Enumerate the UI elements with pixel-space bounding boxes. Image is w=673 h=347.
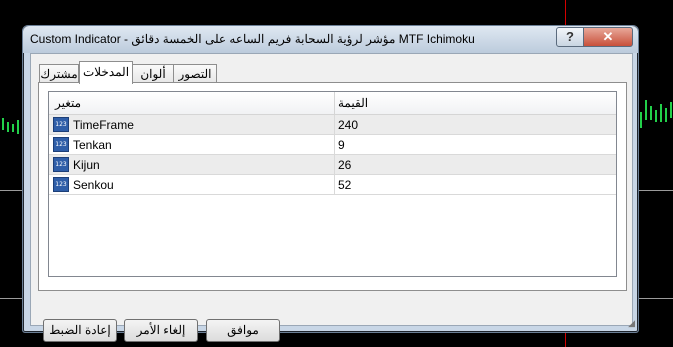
candle — [655, 110, 657, 122]
table-row[interactable]: 123 Tenkan 9 — [49, 135, 616, 155]
candle — [17, 120, 19, 134]
integer-type-icon: 123 — [53, 137, 69, 152]
table-row[interactable]: 123 TimeFrame 240 — [49, 115, 616, 135]
resize-grip-icon[interactable]: ◢ — [628, 318, 635, 329]
param-value[interactable]: 240 — [338, 118, 358, 132]
param-name: Senkou — [73, 178, 114, 192]
param-name: Kijun — [73, 158, 100, 172]
tab-visualization[interactable]: التصور — [173, 64, 217, 83]
window-title: Custom Indicator - مؤشر لرؤية السحابة فر… — [30, 32, 475, 46]
candle — [645, 100, 647, 120]
integer-type-icon: 123 — [53, 117, 69, 132]
cell-divider — [334, 135, 335, 154]
close-icon: ✕ — [602, 29, 614, 44]
param-value[interactable]: 9 — [338, 138, 345, 152]
candle — [640, 112, 642, 128]
tab-colors[interactable]: ألوان — [132, 64, 174, 83]
column-header-variable[interactable]: متغير — [55, 96, 81, 110]
table-header: متغير القيمة — [49, 92, 616, 115]
column-divider[interactable] — [334, 92, 335, 114]
cell-divider — [334, 175, 335, 194]
candle — [2, 118, 4, 130]
reset-button[interactable]: إعادة الضبط — [43, 319, 117, 342]
table-row[interactable]: 123 Senkou 52 — [49, 175, 616, 195]
param-name: TimeFrame — [73, 118, 134, 132]
cell-divider — [334, 155, 335, 174]
candle — [650, 106, 652, 120]
custom-indicator-dialog: Custom Indicator - مؤشر لرؤية السحابة فر… — [22, 25, 639, 342]
candle — [7, 122, 9, 132]
cell-divider — [334, 115, 335, 134]
candle — [12, 124, 14, 132]
dialog-body: مشترك المدخلات ألوان التصور متغير القيمة… — [30, 53, 633, 342]
help-button[interactable]: ? — [556, 27, 584, 47]
table-row[interactable]: 123 Kijun 26 — [49, 155, 616, 175]
candle — [660, 104, 662, 122]
column-header-value[interactable]: القيمة — [338, 96, 368, 110]
title-bar[interactable]: Custom Indicator - مؤشر لرؤية السحابة فر… — [23, 26, 638, 53]
close-button[interactable]: ✕ — [583, 27, 633, 47]
inputs-panel: متغير القيمة 123 TimeFrame 240 123 Tenka… — [38, 82, 627, 291]
inputs-table: متغير القيمة 123 TimeFrame 240 123 Tenka… — [48, 91, 617, 277]
param-value[interactable]: 26 — [338, 158, 351, 172]
ok-button[interactable]: موافق — [206, 319, 280, 342]
cancel-button[interactable]: إلغاء الأمر — [124, 319, 198, 342]
param-value[interactable]: 52 — [338, 178, 351, 192]
integer-type-icon: 123 — [53, 157, 69, 172]
tab-common[interactable]: مشترك — [39, 64, 79, 83]
integer-type-icon: 123 — [53, 177, 69, 192]
param-name: Tenkan — [73, 138, 112, 152]
candle — [670, 102, 672, 118]
candle — [665, 108, 667, 122]
tab-inputs[interactable]: المدخلات — [79, 61, 133, 84]
